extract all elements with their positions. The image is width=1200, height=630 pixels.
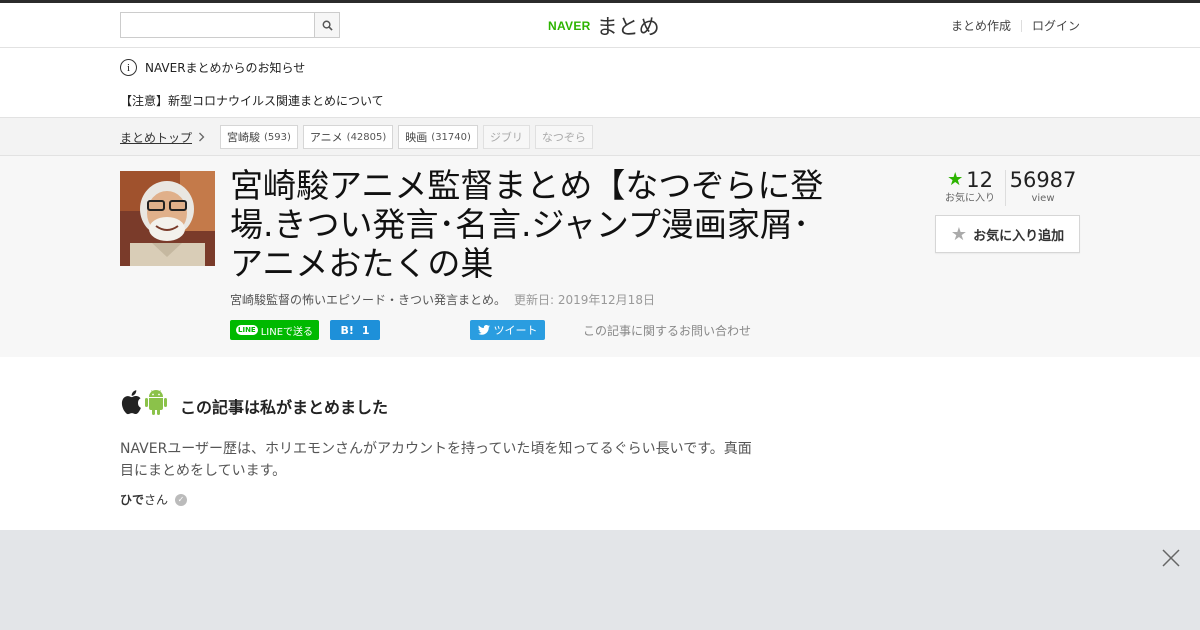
tweet-label: ツイート (493, 324, 538, 337)
line-share-button[interactable]: LINE LINEで送る (230, 320, 320, 340)
tag-item[interactable]: なつぞら (534, 125, 593, 149)
author-heading: この記事は私がまとめました (180, 398, 389, 417)
divider (1020, 19, 1022, 32)
site-header: NAVER まとめ まとめ作成 ログイン (0, 3, 1200, 48)
breadcrumb: まとめトップ 宮崎駿 (593) アニメ (42805) 映画 (31740) … (0, 118, 1200, 156)
article-updated-date: 更新日: 2019年12月18日 (514, 293, 655, 307)
author-name-row[interactable]: ひでさん ✓ (120, 491, 188, 508)
tag-label: ジブリ (489, 131, 523, 144)
favorite-count: 12 (966, 168, 993, 192)
create-matome-link[interactable]: まとめ作成 (951, 17, 1011, 34)
notice-alert-link[interactable]: 【注意】新型コロナウイルス関連まとめについて (120, 92, 384, 109)
apple-icon (121, 390, 141, 415)
breadcrumb-home[interactable]: まとめトップ (120, 129, 205, 146)
android-icon (145, 390, 167, 415)
hatena-count: 1 (361, 323, 370, 337)
search-input[interactable] (121, 13, 314, 37)
close-icon[interactable] (1162, 549, 1180, 567)
author-section: この記事は私がまとめました NAVERユーザー歴は、ホリエモンさんがアカウントを… (0, 357, 1200, 530)
tag-label: アニメ (309, 131, 343, 144)
article-meta: 宮崎駿監督の怖いエピソード・きつい発言まとめ。 更新日: 2019年12月18日 (230, 291, 655, 308)
author-avatar[interactable] (120, 389, 168, 415)
view-count-label: view (1031, 193, 1055, 204)
tag-list: 宮崎駿 (593) アニメ (42805) 映画 (31740) ジブリ なつぞ… (220, 125, 593, 149)
info-icon: i (120, 59, 137, 76)
view-count-stat: 56987 view (1006, 168, 1080, 206)
author-bio: NAVERユーザー歴は、ホリエモンさんがアカウントを持っていた頃を知ってるぐらい… (120, 441, 752, 479)
add-favorite-label: お気に入り追加 (973, 228, 1065, 244)
notice-info-row[interactable]: i NAVERまとめからのお知らせ (120, 59, 305, 76)
tag-count: (42805) (346, 131, 387, 143)
view-count: 56987 (1009, 168, 1077, 192)
article-contact-link[interactable]: この記事に関するお問い合わせ (583, 322, 751, 339)
search-box (120, 12, 340, 38)
author-name-suffix: さん (144, 493, 169, 507)
tag-label: なつぞら (541, 131, 586, 144)
login-link[interactable]: ログイン (1032, 17, 1080, 34)
add-favorite-button[interactable]: ★ お気に入り追加 (935, 215, 1080, 253)
tag-count: (31740) (431, 131, 471, 143)
search-icon (322, 20, 333, 31)
article-title: 宮崎駿アニメ監督まとめ【なつぞらに登場.きつい発言･名言.ジャンプ漫画家屑･アニ… (230, 166, 824, 283)
notice-info-label: NAVERまとめからのお知らせ (145, 61, 306, 75)
hatena-bookmark-button[interactable]: B! 1 (330, 320, 381, 340)
tag-item[interactable]: 宮崎駿 (593) (220, 125, 298, 149)
tag-item[interactable]: ジブリ (482, 125, 530, 149)
article-header: 宮崎駿アニメ監督まとめ【なつぞらに登場.きつい発言･名言.ジャンプ漫画家屑･アニ… (0, 156, 1200, 357)
logo-brand: NAVER (548, 19, 591, 33)
share-bar: LINE LINEで送る B! 1 ツイート この記事に関するお問い合わせ (230, 320, 751, 340)
favorites-panel: ★ 12 お気に入り 56987 view ★ お気に入り追加 (935, 168, 1080, 253)
logo-title: まとめ (596, 15, 660, 39)
article-thumbnail[interactable] (120, 171, 215, 266)
favorite-count-stat: ★ 12 お気に入り (935, 168, 1005, 206)
star-icon: ★ (947, 169, 964, 190)
breadcrumb-home-label: まとめトップ (120, 131, 193, 145)
notice-area: i NAVERまとめからのお知らせ 【注意】新型コロナウイルス関連まとめについて (0, 48, 1200, 118)
verified-check-icon: ✓ (175, 493, 188, 506)
article-stats: ★ 12 お気に入り 56987 view (935, 168, 1080, 206)
tag-label: 映画 (405, 131, 428, 144)
tweet-button[interactable]: ツイート (470, 320, 546, 340)
site-logo[interactable]: NAVER まとめ (548, 11, 660, 41)
tag-item[interactable]: アニメ (42805) (302, 125, 394, 149)
header-links: まとめ作成 ログイン (951, 17, 1080, 34)
favorite-count-label: お気に入り (945, 193, 995, 204)
twitter-bird-icon (477, 325, 490, 335)
chevron-right-icon (198, 131, 205, 145)
tag-label: 宮崎駿 (227, 131, 260, 144)
search-button[interactable] (314, 13, 339, 37)
star-outline-icon: ★ (950, 223, 968, 245)
line-icon: LINE (236, 325, 258, 335)
article-description: 宮崎駿監督の怖いエピソード・きつい発言まとめ。 (230, 293, 507, 307)
tag-item[interactable]: 映画 (31740) (398, 125, 478, 149)
hatena-bookmark-icon: B! (340, 323, 354, 337)
line-share-label: LINEで送る (260, 326, 314, 338)
ad-banner (0, 530, 1200, 630)
author-name: ひで (120, 493, 145, 507)
tag-count: (593) (264, 131, 291, 143)
